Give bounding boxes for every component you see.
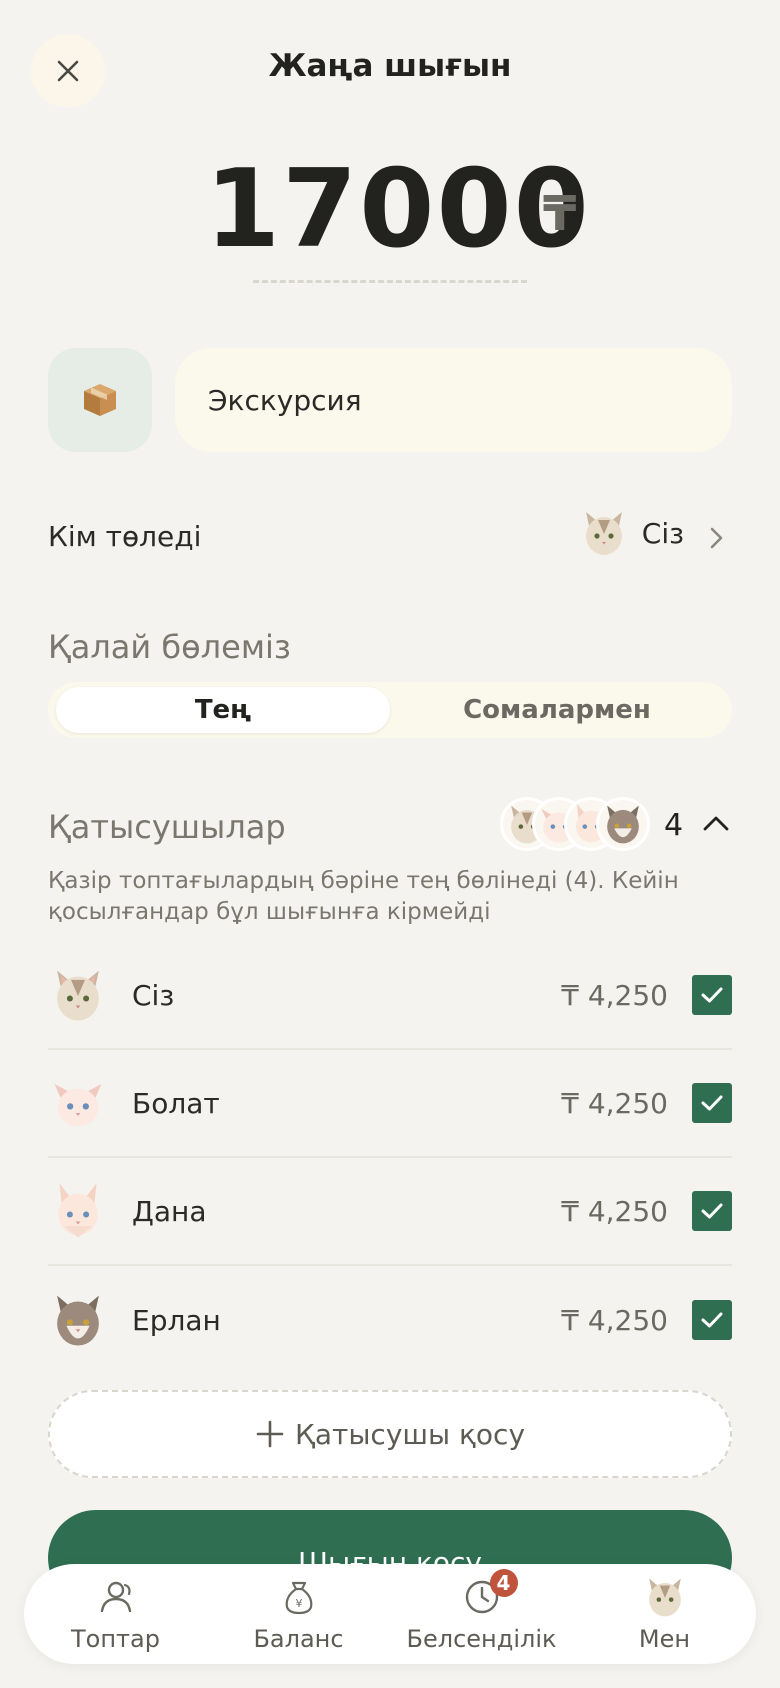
participants-hint: Қазір топтағылардың бәріне тең бөлінеді … [48,868,679,925]
participants-avatar-stack[interactable] [500,797,660,853]
people-icon [100,1581,131,1613]
avatar [48,1073,108,1133]
activity-badge: 4 [489,1569,518,1597]
tab-balance[interactable]: ¥ Баланс [207,1564,390,1664]
avatar [596,797,650,851]
checkmark-icon [701,1095,723,1111]
amount-input[interactable]: 17000 ₸ [0,150,780,270]
avatar [48,965,108,1025]
split-option-equal[interactable]: Тең [56,687,390,733]
amount-value: 17000 [205,147,591,272]
split-option-amounts[interactable]: Сомалармен [390,687,724,733]
tab-label: Белсенділік [406,1625,557,1653]
participant-amount: ₸ 4,250 [561,978,668,1012]
currency-symbol: ₸ [543,186,577,242]
participant-checkbox[interactable] [692,1300,732,1340]
add-participant-label: Қатысушы қосу [294,1417,526,1451]
tab-me[interactable]: Мен [573,1564,756,1664]
checkmark-icon [701,987,723,1003]
cat-avatar-icon [585,512,622,555]
participant-name: Болат [132,1086,220,1120]
participant-checkbox[interactable] [692,975,732,1015]
add-participant-button[interactable]: Қатысушы қосу [48,1390,732,1478]
chevron-up-icon[interactable] [700,808,732,840]
tab-label: Топтар [71,1625,160,1653]
participant-amount: ₸ 4,250 [561,1303,668,1337]
money-bag-icon: ¥ [285,1581,312,1615]
avatar [48,1290,108,1350]
participant-amount: ₸ 4,250 [561,1086,668,1120]
avatar [48,1181,108,1241]
participant-row[interactable]: Дана ₸ 4,250 [48,1158,732,1266]
page-title: Жаңа шығын [268,48,512,84]
participants-count: 4 [664,808,684,843]
split-toggle: Тең Сомалармен [48,682,732,738]
split-label: Қалай бөлеміз [48,628,291,666]
participant-checkbox[interactable] [692,1083,732,1123]
participants-label: Қатысушылар [48,808,286,846]
description-field[interactable]: Экскурсия [175,348,732,452]
participant-name: Ерлан [132,1303,221,1337]
tab-label: Баланс [253,1625,344,1653]
tab-groups[interactable]: Топтар [24,1564,207,1664]
participant-row[interactable]: Болат ₸ 4,250 [48,1050,732,1158]
participant-row[interactable]: Сіз ₸ 4,250 [48,942,732,1050]
participant-name: Дана [132,1194,207,1228]
participant-amount: ₸ 4,250 [561,1194,668,1228]
tab-bar: Топтар ¥ Баланс 4 Белсенділік Мен [24,1564,756,1664]
chevron-right-icon [710,527,723,549]
checkmark-icon [701,1203,723,1219]
tab-label: Мен [638,1625,691,1653]
participant-row[interactable]: Ерлан ₸ 4,250 [48,1266,732,1374]
cat-avatar-icon [648,1578,681,1617]
plus-icon [256,1420,284,1448]
participant-checkbox[interactable] [692,1191,732,1231]
payer-selector[interactable]: Сіз [582,505,728,561]
participant-name: Сіз [132,978,175,1012]
payer-name: Сіз [641,516,684,550]
checkmark-icon [701,1312,723,1328]
category-button[interactable] [48,348,152,452]
payer-label: Кім төледі [48,520,202,553]
svg-text:¥: ¥ [295,1597,302,1610]
amount-underline [253,280,527,283]
package-icon [84,384,116,416]
tab-activity[interactable]: 4 Белсенділік [390,1564,573,1664]
